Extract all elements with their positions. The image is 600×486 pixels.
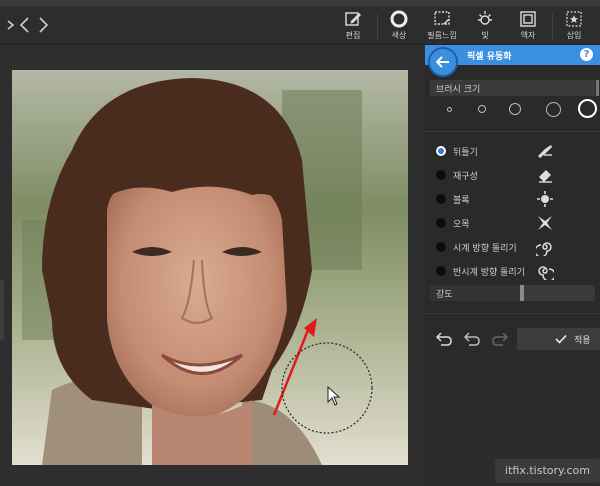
brush-size-options (430, 98, 597, 120)
tool-light[interactable]: 빛 (463, 8, 507, 44)
color-circle-icon (390, 10, 408, 28)
tool-light-label: 빛 (481, 31, 489, 40)
option-warp-label: 뒤틀기 (453, 148, 478, 158)
tool-color[interactable]: 색상 (377, 8, 421, 44)
radio-bulge[interactable] (436, 194, 446, 204)
option-reconstruct-label: 재구성 (453, 172, 478, 182)
strength-label: 강도 (436, 290, 453, 300)
option-bulge-label: 볼록 (453, 196, 470, 206)
film-frame-icon (434, 11, 450, 25)
option-pinch[interactable]: 오목 (433, 213, 593, 233)
brush-size-xl[interactable] (578, 99, 597, 118)
left-arrow-icon (436, 56, 449, 68)
bulge-icon (537, 191, 553, 207)
undo-icon[interactable] (463, 331, 481, 347)
counterclockwise-spiral-icon (538, 266, 554, 280)
radio-counterclockwise[interactable] (436, 266, 446, 276)
strength-handle[interactable] (520, 285, 524, 301)
sun-icon (478, 11, 492, 25)
divider (425, 131, 600, 132)
apply-label: 적용 (574, 336, 591, 346)
forward-arrow-icon[interactable] (34, 14, 52, 36)
tool-edit-label: 편집 (345, 31, 361, 40)
option-clockwise-label: 시계 방향 돌리기 (453, 244, 517, 254)
radio-warp[interactable] (436, 146, 446, 156)
tool-frame[interactable]: 액자 (506, 8, 550, 44)
option-counterclockwise-label: 반시계 방향 돌리기 (453, 268, 525, 278)
scrollbar-thumb[interactable] (596, 80, 599, 96)
photo-canvas[interactable] (12, 70, 408, 465)
eraser-icon (539, 170, 552, 183)
tool-edit[interactable]: 편집 (331, 8, 375, 44)
tool-insert-label: 삽입 (566, 31, 582, 40)
check-icon (555, 334, 567, 344)
apply-button[interactable]: 적용 (517, 328, 600, 350)
warp-icon (538, 145, 552, 158)
panel-title: 픽셀 유동화 (467, 52, 512, 62)
edit-icon (345, 12, 361, 26)
option-pinch-label: 오목 (453, 220, 470, 230)
brush-size-label: 브러시 크기 (436, 85, 481, 95)
brush-size-xs[interactable] (447, 107, 452, 112)
redo-icon[interactable] (491, 331, 509, 347)
radio-reconstruct[interactable] (436, 170, 446, 180)
brush-size-m[interactable] (509, 103, 521, 115)
top-toolbar: 편집 색상 필름느낌 빛 액자 삽입 (0, 6, 600, 45)
pinch-icon (538, 216, 552, 230)
radio-clockwise[interactable] (436, 242, 446, 252)
help-button[interactable]: ? (580, 48, 593, 61)
tool-frame-label: 액자 (520, 31, 536, 40)
clockwise-spiral-icon (536, 242, 552, 256)
option-bulge[interactable]: 볼록 (433, 189, 593, 209)
strength-slider[interactable]: 강도 (430, 285, 595, 301)
undo-all-icon[interactable] (435, 331, 453, 347)
radio-pinch[interactable] (436, 218, 446, 228)
back-arrow-icon[interactable] (16, 14, 34, 36)
option-warp[interactable]: 뒤틀기 (433, 141, 593, 161)
watermark: itfix.tistory.com (495, 459, 600, 483)
divider (425, 313, 600, 314)
tool-film[interactable]: 필름느낌 (420, 8, 464, 44)
tool-film-label: 필름느낌 (427, 31, 457, 40)
tool-insert[interactable]: 삽입 (552, 8, 596, 44)
left-edge-handle[interactable] (0, 280, 4, 340)
option-clockwise[interactable]: 시계 방향 돌리기 (433, 237, 593, 257)
tool-color-label: 색상 (391, 31, 407, 40)
frame-icon (520, 11, 536, 27)
insert-star-icon (566, 11, 582, 27)
back-button[interactable] (428, 47, 458, 77)
liquify-panel: 픽셀 유동화 ? 브러시 크기 뒤틀기 재구성 볼록 오목 시계 방향 돌리기 … (425, 45, 600, 486)
option-reconstruct[interactable]: 재구성 (433, 165, 593, 185)
brush-size-l[interactable] (546, 102, 561, 117)
option-counterclockwise[interactable]: 반시계 방향 돌리기 (433, 261, 593, 281)
brush-size-header: 브러시 크기 (430, 80, 599, 96)
brush-size-s[interactable] (478, 105, 486, 113)
action-row: 적용 (425, 325, 600, 355)
